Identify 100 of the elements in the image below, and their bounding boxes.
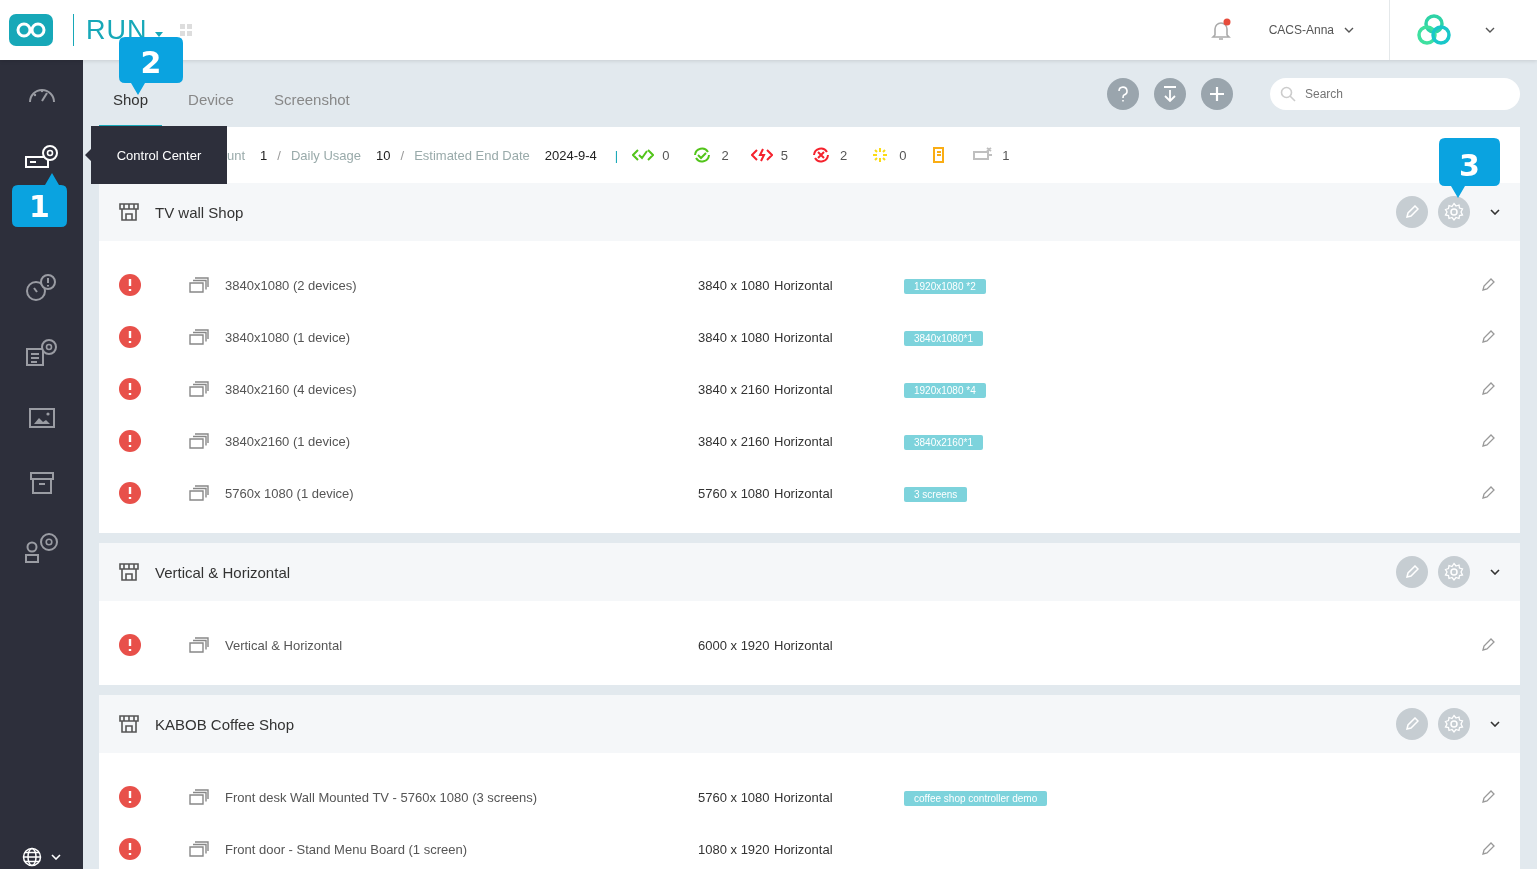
- pencil-icon: [1405, 565, 1419, 579]
- settings-button[interactable]: [1438, 556, 1470, 588]
- logo-icon[interactable]: [9, 14, 53, 46]
- help-icon: [1117, 85, 1129, 102]
- settings-button[interactable]: [1438, 196, 1470, 228]
- orientation-text: Horizontal: [774, 433, 834, 449]
- resolution-text: 5760 x 1080: [698, 789, 771, 805]
- display-name[interactable]: Vertical & Horizontal: [225, 637, 698, 653]
- resolution-text: 1080 x 1920: [698, 841, 771, 857]
- search-icon: [1280, 85, 1296, 102]
- user-gear-icon: [23, 531, 60, 564]
- code-status-icon[interactable]: [632, 147, 655, 163]
- resolution-text: 3840 x 1080: [698, 329, 771, 345]
- pencil-icon[interactable]: [1481, 790, 1495, 804]
- status-count: 1: [1002, 147, 1010, 163]
- rings-logo-icon[interactable]: [1415, 13, 1453, 47]
- orientation-text: Horizontal: [774, 789, 834, 805]
- error-icon: [119, 430, 141, 452]
- tag: 3840x1080*1: [904, 330, 983, 346]
- control-center-tooltip: Control Center: [85, 126, 227, 184]
- globe-icon[interactable]: [22, 847, 42, 867]
- download-icon: [1163, 85, 1177, 102]
- broken-code-icon[interactable]: [750, 147, 773, 163]
- step-number-tooltip: 1: [12, 173, 67, 227]
- image-icon: [28, 407, 55, 428]
- document-gear-icon: [24, 337, 59, 368]
- pencil-icon[interactable]: [1481, 638, 1495, 652]
- group-title: Vertical & Horizontal: [155, 563, 291, 581]
- error-icon: [119, 786, 141, 808]
- screens-icon: [189, 789, 209, 805]
- display-name[interactable]: 3840x1080 (2 devices): [225, 277, 698, 293]
- chevron-down-icon[interactable]: [1344, 27, 1354, 33]
- pencil-icon[interactable]: [1481, 842, 1495, 856]
- separator: /: [400, 147, 405, 163]
- resolution-text: 3840 x 2160: [698, 433, 771, 449]
- resolution-text: 6000 x 1920: [698, 637, 771, 653]
- store-icon: [119, 715, 139, 733]
- orientation-text: Horizontal: [774, 381, 834, 397]
- screens-icon: [189, 277, 209, 293]
- pencil-icon[interactable]: [1481, 278, 1495, 292]
- tag: 1920x1080 *2: [904, 278, 986, 294]
- error-icon: [119, 274, 141, 296]
- settings-icon: [1444, 562, 1464, 582]
- orientation-text: Horizontal: [774, 485, 834, 501]
- pencil-icon: [1405, 717, 1419, 731]
- settings-icon: [1444, 714, 1464, 734]
- store-icon: [119, 563, 139, 581]
- summary-value: 1: [260, 147, 268, 163]
- group-title: KABOB Coffee Shop: [155, 715, 294, 733]
- status-count: 5: [780, 147, 788, 163]
- step-number-tooltip: 3: [1439, 138, 1500, 198]
- unplugged-icon[interactable]: [972, 147, 995, 163]
- chevron-icon[interactable]: [1490, 721, 1500, 727]
- summary-label: unt: [227, 147, 246, 163]
- display-name[interactable]: 3840x2160 (1 device): [225, 433, 698, 449]
- pencil-icon[interactable]: [1481, 330, 1495, 344]
- tag: 3 screens: [904, 486, 968, 502]
- notification-bell-icon[interactable]: [1208, 18, 1233, 42]
- resolution-text: 3840 x 1080: [698, 277, 771, 293]
- pencil-icon[interactable]: [1481, 382, 1495, 396]
- error-icon: [119, 326, 141, 348]
- settings-icon: [1444, 202, 1464, 222]
- summary-label: Daily Usage: [290, 147, 362, 163]
- chevron-icon[interactable]: [1490, 209, 1500, 215]
- screens-icon: [189, 433, 209, 449]
- settings-button[interactable]: [1438, 708, 1470, 740]
- pencil-icon[interactable]: [1481, 434, 1495, 448]
- error-icon: [119, 838, 141, 860]
- group-header[interactable]: TV wall Shop: [99, 183, 1520, 241]
- tag: coffee shop controller demo: [904, 790, 1048, 806]
- tag: 3840x2160*1: [904, 434, 983, 450]
- chevron-down-icon[interactable]: [1485, 27, 1495, 33]
- chevron-icon[interactable]: [1490, 569, 1500, 575]
- user-menu[interactable]: CACS-Anna: [1268, 23, 1334, 37]
- group-header[interactable]: Vertical & Horizontal: [99, 533, 1520, 601]
- tag: 1920x1080 *4: [904, 382, 986, 398]
- add-button[interactable]: [1201, 77, 1233, 110]
- help-button[interactable]: [1107, 77, 1139, 110]
- display-name[interactable]: 5760x 1080 (1 device): [225, 485, 698, 501]
- edit-button[interactable]: [1396, 556, 1428, 588]
- display-name[interactable]: Front door - Stand Menu Board (1 screen): [225, 841, 698, 857]
- orientation-text: Horizontal: [774, 637, 834, 653]
- screens-icon: [189, 637, 209, 653]
- search-field[interactable]: Search: [1270, 77, 1520, 110]
- screens-icon: [189, 329, 209, 345]
- orientation-text: Horizontal: [774, 277, 834, 293]
- resolution-text: 3840 x 2160: [698, 381, 771, 397]
- group-title: TV wall Shop: [155, 203, 244, 221]
- status-count: 0: [899, 147, 907, 163]
- pencil-icon[interactable]: [1481, 486, 1495, 500]
- display-name[interactable]: 3840x2160 (4 devices): [225, 381, 698, 397]
- display-name[interactable]: Front desk Wall Mounted TV - 5760x 1080 (3 screens): [225, 789, 698, 805]
- screens-icon: [189, 485, 209, 501]
- display-name[interactable]: 3840x1080 (1 device): [225, 329, 698, 345]
- edit-button[interactable]: [1396, 196, 1428, 228]
- edit-button[interactable]: [1396, 708, 1428, 740]
- status-count: 2: [839, 147, 848, 163]
- download-button[interactable]: [1154, 77, 1186, 110]
- separator: /: [277, 147, 281, 163]
- group-header[interactable]: KABOB Coffee Shop: [99, 685, 1520, 753]
